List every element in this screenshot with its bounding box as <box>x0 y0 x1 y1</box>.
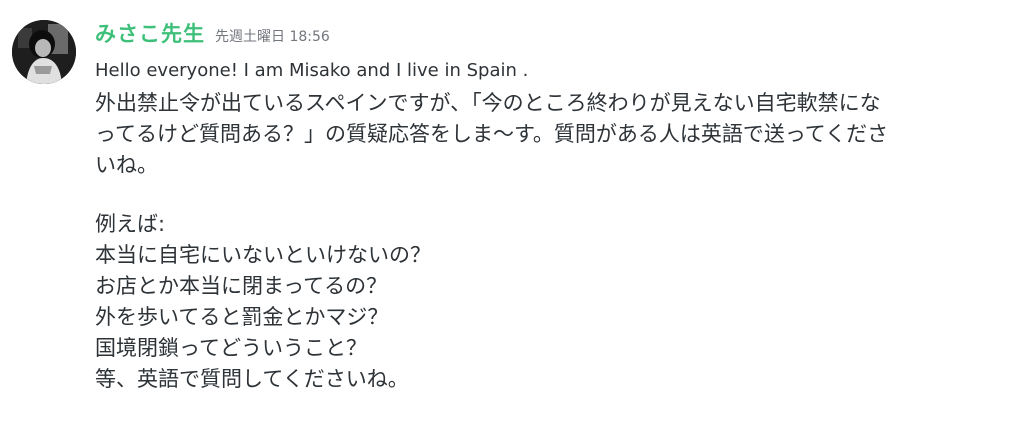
message-line: Hello everyone! I am Misako and I live i… <box>95 60 529 81</box>
message-line: 国境閉鎖ってどういうこと？ <box>95 336 367 360</box>
username[interactable]: みさこ先生 <box>95 18 205 48</box>
timestamp[interactable]: 先週土曜日 18:56 <box>215 26 330 46</box>
message-line: 外出禁止令が出ているスペインですが、「今のところ終わりが見えない自宅軟禁にな <box>95 91 881 115</box>
message-line: 例えば: <box>95 212 166 236</box>
message-line: ってるけど質問ある？」の質疑応答をしま〜す。質問がある人は英語で送ってくださ <box>95 122 889 146</box>
message-line: 外を歩いてると罰金とかマジ？ <box>95 305 389 329</box>
chat-message: みさこ先生 先週土曜日 18:56 Hello everyone! I am M… <box>0 0 1024 439</box>
message-content: みさこ先生 先週土曜日 18:56 Hello everyone! I am M… <box>95 18 1015 395</box>
message-body: Hello everyone! I am Misako and I live i… <box>95 54 1015 395</box>
message-line: いね。 <box>95 153 158 177</box>
message-line: 等、英語で質問してくださいね。 <box>95 367 409 391</box>
message-line: お店とか本当に閉まってるの？ <box>95 274 388 298</box>
message-header: みさこ先生 先週土曜日 18:56 <box>95 18 1015 52</box>
message-line: 本当に自宅にいないといけないの？ <box>95 243 431 267</box>
avatar[interactable] <box>12 20 76 84</box>
